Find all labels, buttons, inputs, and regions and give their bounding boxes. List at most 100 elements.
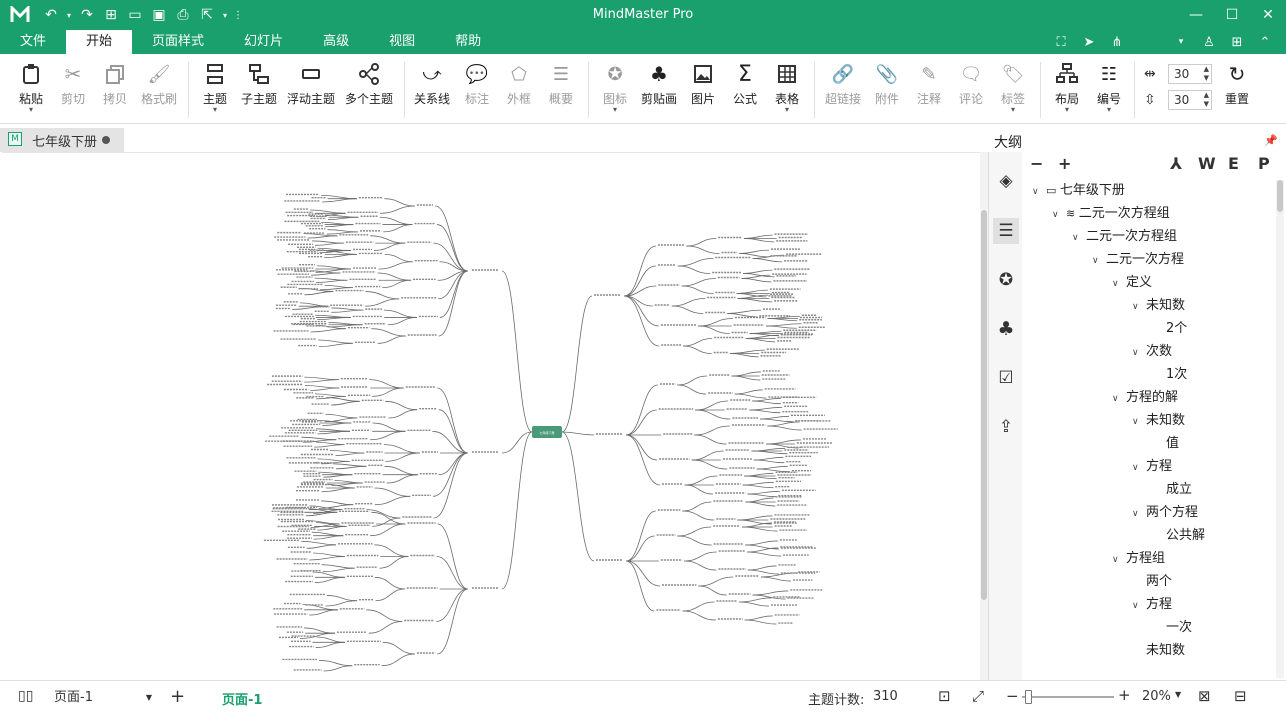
chevron-down-icon[interactable]: ∨ — [1132, 296, 1146, 318]
menu-tab[interactable]: 帮助 — [435, 30, 501, 54]
format-panel-tab[interactable]: ◈ — [993, 168, 1019, 194]
maximize-icon[interactable]: ☐ — [1214, 0, 1250, 30]
theme-shirt-icon[interactable]: ♙ — [1198, 32, 1220, 52]
share-icon[interactable]: ⋔ — [1106, 32, 1128, 52]
format-painter-button[interactable]: 🖌 格式刷 — [138, 60, 180, 107]
zoom-slider-thumb[interactable] — [1025, 690, 1032, 704]
outline-item[interactable]: ∨ 次数 — [1132, 341, 1172, 363]
layout-button[interactable]: 布局 ▾ — [1050, 60, 1084, 114]
outline-item[interactable]: ∨ 未知数 — [1132, 410, 1185, 432]
chevron-down-icon[interactable]: ∨ — [1112, 549, 1126, 571]
page-list-icon[interactable]: ▯▯ — [18, 688, 33, 704]
pdf-export-icon[interactable]: ⅄ — [1170, 154, 1182, 173]
collapse-ribbon-icon[interactable]: ▾ — [1170, 32, 1192, 52]
minimize-icon[interactable]: — — [1178, 0, 1214, 30]
menu-tab[interactable]: 视图 — [369, 30, 435, 54]
expand-icon[interactable]: ⌃ — [1254, 32, 1276, 52]
fit-width-icon[interactable]: ⊠ — [1198, 687, 1211, 705]
horizontal-spacing-input[interactable]: 30 ▲ ▼ — [1168, 64, 1212, 84]
publish-icon[interactable]: ➤ — [1078, 32, 1100, 52]
export-excel-button[interactable]: E — [1228, 154, 1239, 173]
collapse-all-button[interactable]: − — [1030, 154, 1043, 173]
mindmap-canvas[interactable]: 七年级下册 — [2, 152, 980, 680]
outline-item[interactable]: ∨ 方程 — [1132, 594, 1172, 616]
mindmap-diagram[interactable]: 七年级下册 — [2, 153, 980, 681]
outline-item[interactable]: ∨ ≋ 二元一次方程组 — [1052, 203, 1170, 225]
tag-button[interactable]: 🏷 标签 ▾ — [996, 60, 1030, 114]
export-word-button[interactable]: W — [1198, 154, 1216, 173]
outline-item[interactable]: 一次 — [1152, 617, 1192, 639]
zoom-slider[interactable] — [1022, 696, 1114, 698]
outline-item[interactable]: ∨ ▭ 七年级下册 — [1032, 180, 1125, 202]
multiple-topics-button[interactable]: 多个主题 — [344, 60, 394, 107]
outline-item[interactable]: ∨ 二元一次方程 — [1092, 249, 1184, 271]
fit-screen-icon[interactable]: ⤢ — [972, 687, 984, 705]
menu-tab[interactable]: 高级 — [303, 30, 369, 54]
export-panel-tab[interactable]: ⇪ — [993, 414, 1019, 440]
page-select[interactable]: 页面-1 ▼ — [50, 688, 154, 708]
zoom-out-button[interactable]: − — [1006, 687, 1019, 705]
outline-item[interactable]: 值 — [1152, 433, 1179, 455]
menu-tab[interactable]: 文件 — [0, 30, 66, 54]
outline-item[interactable]: ∨ 两个方程 — [1132, 502, 1198, 524]
panel-toggle-icon[interactable]: ⊟ — [1234, 687, 1247, 705]
reset-button[interactable]: ↻ 重置 — [1220, 60, 1254, 107]
paste-button[interactable]: 粘贴 ▾ — [14, 60, 48, 114]
callout-button[interactable]: 💬 标注 — [460, 60, 494, 107]
outline-item[interactable]: 2个 — [1152, 318, 1187, 340]
comment-button[interactable]: 🗨 评论 — [954, 60, 988, 107]
chevron-down-icon[interactable]: ∨ — [1132, 342, 1146, 364]
hyperlink-button[interactable]: 🔗 超链接 — [822, 60, 864, 107]
expand-all-button[interactable]: + — [1058, 154, 1071, 173]
outline-item[interactable]: ∨ 方程的解 — [1112, 387, 1178, 409]
outline-item[interactable]: 成立 — [1152, 479, 1192, 501]
topic-button[interactable]: 主题 ▾ — [198, 60, 232, 114]
chevron-down-icon[interactable]: ∨ — [1132, 457, 1146, 479]
chevron-down-icon[interactable]: ∨ — [1052, 204, 1066, 226]
chevron-down-icon[interactable]: ∨ — [1132, 503, 1146, 525]
vertical-spacing-input[interactable]: 30 ▲ ▼ — [1168, 90, 1212, 110]
export-ppt-button[interactable]: P — [1258, 154, 1270, 173]
cut-button[interactable]: ✂ 剪切 — [56, 60, 90, 107]
copy-button[interactable]: 拷贝 — [98, 60, 132, 107]
chevron-down-icon[interactable]: ▼ — [1175, 690, 1181, 699]
close-icon[interactable]: ✕ — [1250, 0, 1286, 30]
pin-icon[interactable]: 📌 — [1264, 134, 1278, 147]
add-page-icon[interactable]: + — [170, 686, 185, 707]
apps-icon[interactable]: ⊞ — [1226, 32, 1248, 52]
canvas-vertical-scrollbar[interactable] — [980, 152, 988, 680]
chevron-down-icon[interactable]: ∨ — [1072, 227, 1086, 249]
formula-button[interactable]: Σ 公式 — [728, 60, 762, 107]
clipart-panel-tab[interactable]: ♣ — [993, 316, 1019, 342]
chevron-down-icon[interactable]: ∨ — [1092, 250, 1106, 272]
document-tab[interactable]: M 七年级下册 — [0, 128, 124, 152]
image-button[interactable]: 图片 — [686, 60, 720, 107]
menu-tab[interactable]: 幻灯片 — [224, 30, 303, 54]
outline-item[interactable]: ∨ 方程组 — [1112, 548, 1165, 570]
summary-button[interactable]: ☰ 概要 — [544, 60, 578, 107]
spin-arrows-icon[interactable]: ▲ ▼ — [1204, 65, 1209, 83]
icon-button[interactable]: ✪ 图标 ▾ — [598, 60, 632, 114]
outline-item[interactable]: 1次 — [1152, 364, 1187, 386]
floating-topic-button[interactable]: 浮动主题 — [286, 60, 336, 107]
table-button[interactable]: 表格 ▾ — [770, 60, 804, 114]
note-button[interactable]: ✎ 注释 — [912, 60, 946, 107]
fullscreen-icon[interactable]: ⛶ — [1050, 32, 1072, 52]
outline-item[interactable]: ∨ 方程 — [1132, 456, 1172, 478]
chevron-down-icon[interactable]: ∨ — [1132, 411, 1146, 433]
relationship-button[interactable]: ⤻ 关系线 — [412, 60, 452, 107]
chevron-down-icon[interactable]: ∨ — [1112, 273, 1126, 295]
chevron-down-icon[interactable]: ∨ — [1032, 181, 1046, 203]
outline-item[interactable]: ∨ 二元一次方程组 — [1072, 226, 1177, 248]
outline-item[interactable]: ∨ 定义 — [1112, 272, 1152, 294]
spin-arrows-icon[interactable]: ▲ ▼ — [1204, 91, 1209, 109]
chevron-down-icon[interactable]: ∨ — [1112, 388, 1126, 410]
numbering-button[interactable]: ☷ 编号 ▾ — [1092, 60, 1126, 114]
zoom-in-button[interactable]: + — [1118, 686, 1131, 704]
boundary-button[interactable]: ⬠ 外框 — [502, 60, 536, 107]
subtopic-button[interactable]: 子主题 — [240, 60, 278, 107]
outline-item[interactable]: 两个 — [1132, 571, 1172, 593]
task-panel-tab[interactable]: ☑ — [993, 365, 1019, 391]
page-tab[interactable]: 页面-1 — [222, 689, 262, 708]
outline-item[interactable]: 公共解 — [1152, 525, 1205, 547]
